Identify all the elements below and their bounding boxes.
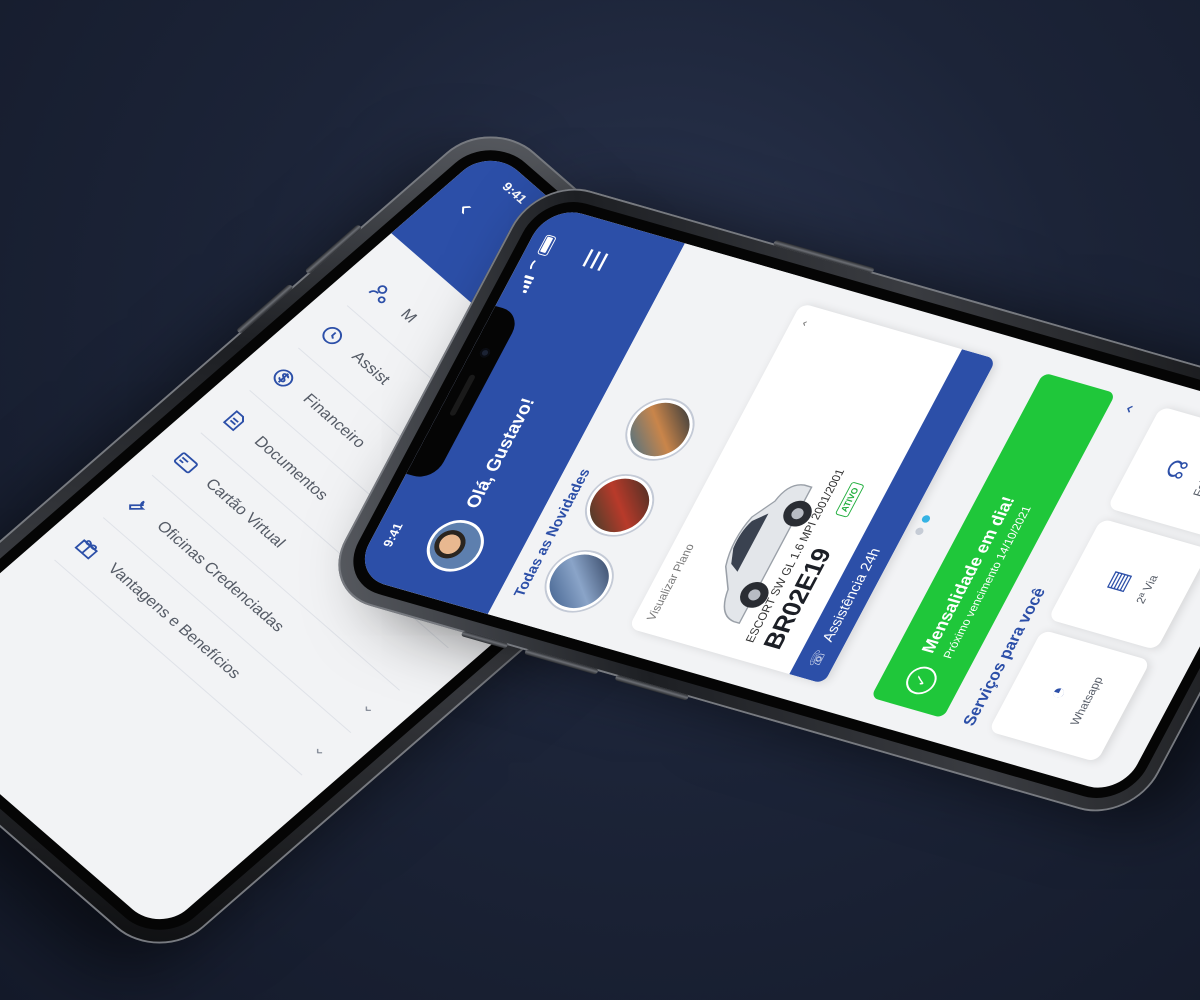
card-icon bbox=[167, 445, 206, 479]
wifi-icon bbox=[527, 258, 544, 274]
headset-icon: ☊ bbox=[1160, 456, 1195, 483]
back-arrow-icon[interactable]: ‹ bbox=[451, 195, 481, 221]
user-settings-icon bbox=[362, 276, 401, 310]
chevron-down-icon: ⌄ bbox=[309, 739, 333, 760]
assistance-clock-icon bbox=[313, 318, 352, 352]
phone-icon: ☏ bbox=[805, 648, 831, 670]
status-badge: ATIVO bbox=[834, 481, 865, 518]
chevron-up-icon[interactable]: ⌃ bbox=[799, 318, 816, 331]
invoice-icon: ▤ bbox=[1100, 567, 1136, 595]
dollar-icon bbox=[264, 361, 303, 395]
home-screen: 9:41 Olá, Gustavo! ☰ Todas as Novidades bbox=[352, 204, 1200, 796]
wrench-icon bbox=[118, 488, 157, 522]
service-segunda-via[interactable]: ▤ 2ª Via bbox=[1047, 518, 1200, 651]
check-icon: ✓ bbox=[900, 663, 942, 698]
carousel-dot[interactable] bbox=[913, 526, 925, 536]
greeting-text: Olá, Gustavo! bbox=[462, 396, 540, 511]
signal-icon bbox=[517, 274, 535, 294]
chevron-up-icon[interactable]: ⌃ bbox=[1121, 401, 1147, 420]
carousel-dot[interactable] bbox=[920, 514, 932, 524]
service-label: Whatsapp bbox=[1067, 675, 1106, 727]
chevron-down-icon: ⌄ bbox=[358, 697, 382, 718]
service-label: 2ª Via bbox=[1132, 573, 1161, 606]
whatsapp-icon: ◔ bbox=[1042, 682, 1074, 703]
gift-icon bbox=[69, 530, 108, 564]
service-fale-conosco[interactable]: ☊ Fale Co bbox=[1107, 406, 1200, 539]
hamburger-icon[interactable]: ☰ bbox=[577, 246, 616, 275]
avatar[interactable] bbox=[416, 513, 494, 578]
document-icon bbox=[215, 403, 254, 437]
